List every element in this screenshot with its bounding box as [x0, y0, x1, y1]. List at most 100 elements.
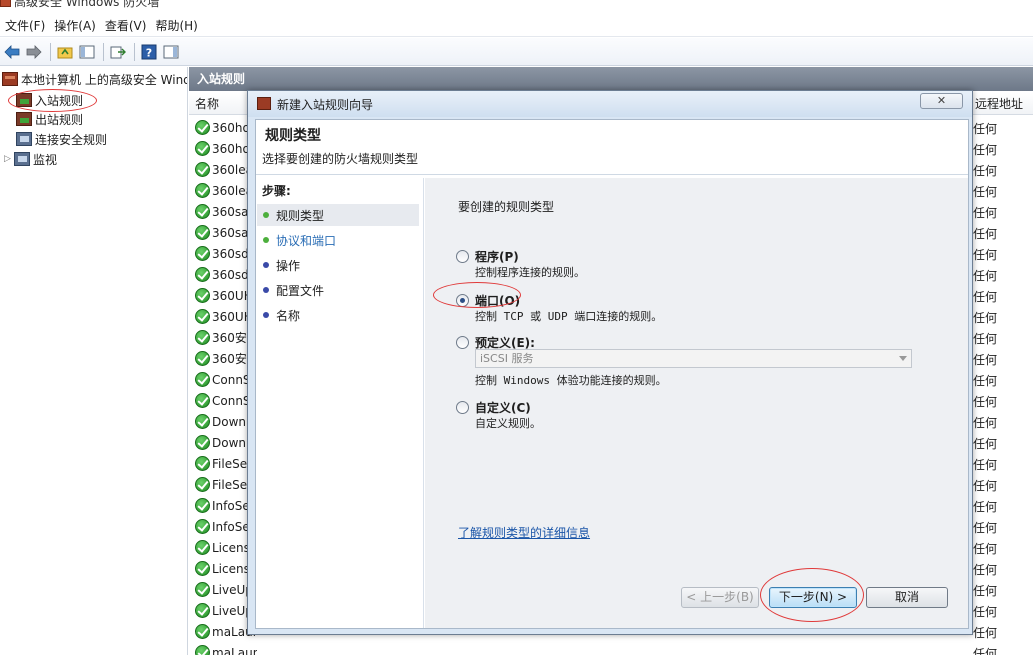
radio-predefined[interactable] — [456, 336, 469, 349]
enabled-check-icon — [195, 414, 210, 429]
enabled-check-icon — [195, 120, 210, 135]
remote-address-cell: 任何 — [973, 206, 998, 220]
remote-address-cell: 任何 — [973, 227, 998, 241]
remote-address-cell: 任何 — [973, 542, 998, 556]
up-folder-icon[interactable] — [55, 42, 75, 62]
page-header: 规则类型 选择要创建的防火墙规则类型 — [256, 120, 968, 175]
enabled-check-icon — [195, 561, 210, 576]
option-description: 自定义规则。 — [475, 417, 541, 430]
enabled-check-icon — [195, 225, 210, 240]
steps-heading: 步骤: — [262, 184, 291, 198]
remote-address-cell: 任何 — [973, 605, 998, 619]
enabled-check-icon — [195, 540, 210, 555]
remote-address-cell: 任何 — [973, 290, 998, 304]
option-label: 端口(O) — [475, 294, 521, 308]
close-button[interactable]: ✕ — [920, 93, 963, 109]
step-label: 名称 — [276, 308, 301, 323]
learn-more-link[interactable]: 了解规则类型的详细信息 — [458, 524, 590, 541]
menu-file[interactable]: 文件(F) — [3, 16, 52, 36]
predefined-select-value: iSCSI 服务 — [480, 352, 534, 365]
remote-address-cell: 任何 — [973, 563, 998, 577]
step-rule-type[interactable]: 规则类型 — [257, 204, 419, 226]
cancel-button[interactable]: 取消 — [866, 587, 948, 608]
tree-item-label: 监视 — [33, 152, 58, 167]
page-subtitle: 选择要创建的防火墙规则类型 — [262, 152, 419, 166]
step-name[interactable]: 名称 — [257, 304, 419, 326]
table-row[interactable]: maLauncher — [191, 642, 1033, 655]
remote-address-cell: 任何 — [973, 164, 998, 178]
enabled-check-icon — [195, 372, 210, 387]
step-bullet-icon — [263, 262, 269, 268]
enabled-check-icon — [195, 603, 210, 618]
predefined-select[interactable]: iSCSI 服务 — [475, 349, 912, 368]
remote-address-cell: 任何 — [973, 143, 998, 157]
radio-port[interactable] — [456, 294, 469, 307]
tree-root-label: 本地计算机 上的高级安全 Windows 防火墙 — [21, 72, 187, 87]
step-bullet-icon — [263, 312, 269, 318]
tree-item-connection-security[interactable]: 连接安全规则 — [16, 129, 107, 149]
remote-address-cell: 任何 — [973, 479, 998, 493]
enabled-check-icon — [195, 519, 210, 534]
enabled-check-icon — [195, 330, 210, 345]
expand-arrow-icon[interactable]: ▷ — [4, 154, 14, 164]
remote-address-cell: 任何 — [973, 458, 998, 472]
remote-address-cell: 任何 — [973, 647, 998, 655]
enabled-check-icon — [195, 183, 210, 198]
step-profile[interactable]: 配置文件 — [257, 279, 419, 301]
monitoring-icon — [14, 152, 30, 166]
menu-help[interactable]: 帮助(H) — [153, 16, 204, 36]
step-action[interactable]: 操作 — [257, 254, 419, 276]
step-protocol-ports[interactable]: 协议和端口 — [257, 229, 419, 251]
tree-item-outbound-rules[interactable]: 出站规则 — [16, 109, 83, 129]
export-icon[interactable] — [108, 42, 128, 62]
toolbar-separator — [50, 42, 51, 61]
enabled-check-icon — [195, 645, 210, 655]
dialog-titlebar: 新建入站规则向导 ✕ — [248, 91, 972, 117]
back-arrow-icon[interactable] — [2, 42, 22, 62]
remote-address-cell: 任何 — [973, 584, 998, 598]
step-label: 协议和端口 — [276, 233, 337, 248]
firewall-icon — [257, 97, 271, 110]
enabled-check-icon — [195, 435, 210, 450]
next-button[interactable]: 下一步(N) > — [769, 587, 857, 608]
enabled-check-icon — [195, 624, 210, 639]
tree-item-monitoring[interactable]: ▷ 监视 — [4, 149, 57, 169]
show-action-pane-icon[interactable] — [161, 42, 181, 62]
back-button[interactable]: < 上一步(B) — [681, 587, 759, 608]
dialog-title: 新建入站规则向导 — [277, 98, 374, 112]
option-label: 程序(P) — [475, 250, 519, 264]
enabled-check-icon — [195, 351, 210, 366]
option-description: 控制程序连接的规则。 — [475, 266, 585, 279]
navigation-tree: 本地计算机 上的高级安全 Windows 防火墙 入站规则 出站规则 连接安全规… — [0, 67, 188, 655]
option-description: 控制 Windows 体验功能连接的规则。 — [475, 374, 667, 387]
remote-address-cell: 任何 — [973, 353, 998, 367]
radio-program[interactable] — [456, 250, 469, 263]
menubar: 文件(F) 操作(A) 查看(V) 帮助(H) — [0, 15, 1033, 37]
firewall-icon — [2, 72, 18, 86]
show-tree-icon[interactable] — [77, 42, 97, 62]
enabled-check-icon — [195, 393, 210, 408]
menu-action[interactable]: 操作(A) — [52, 16, 103, 36]
enabled-check-icon — [195, 456, 210, 471]
column-header-name[interactable]: 名称 — [189, 93, 249, 115]
tree-item-label: 连接安全规则 — [35, 132, 108, 147]
menu-view[interactable]: 查看(V) — [103, 16, 154, 36]
connection-security-icon — [16, 132, 32, 146]
column-header-remote-address[interactable]: 远程地址 — [969, 93, 1033, 115]
enabled-check-icon — [195, 288, 210, 303]
rule-type-prompt: 要创建的规则类型 — [458, 200, 555, 214]
step-bullet-icon — [263, 237, 269, 243]
tree-item-label: 入站规则 — [35, 93, 84, 108]
remote-address-cell: 任何 — [973, 311, 998, 325]
new-inbound-rule-wizard: 新建入站规则向导 ✕ 规则类型 选择要创建的防火墙规则类型 步骤: 规则类型 协… — [247, 90, 973, 635]
radio-custom[interactable] — [456, 401, 469, 414]
step-bullet-icon — [263, 212, 269, 218]
help-icon[interactable]: ? — [139, 42, 159, 62]
dialog-body: 规则类型 选择要创建的防火墙规则类型 步骤: 规则类型 协议和端口 操作 配置文… — [255, 119, 969, 629]
remote-address-cell: 任何 — [973, 248, 998, 262]
tree-item-inbound-rules[interactable]: 入站规则 — [16, 90, 83, 110]
tree-root[interactable]: 本地计算机 上的高级安全 Windows 防火墙 — [2, 69, 187, 89]
tree-item-label: 出站规则 — [35, 112, 84, 127]
forward-arrow-icon[interactable] — [24, 42, 44, 62]
inbound-rules-icon — [16, 93, 32, 107]
